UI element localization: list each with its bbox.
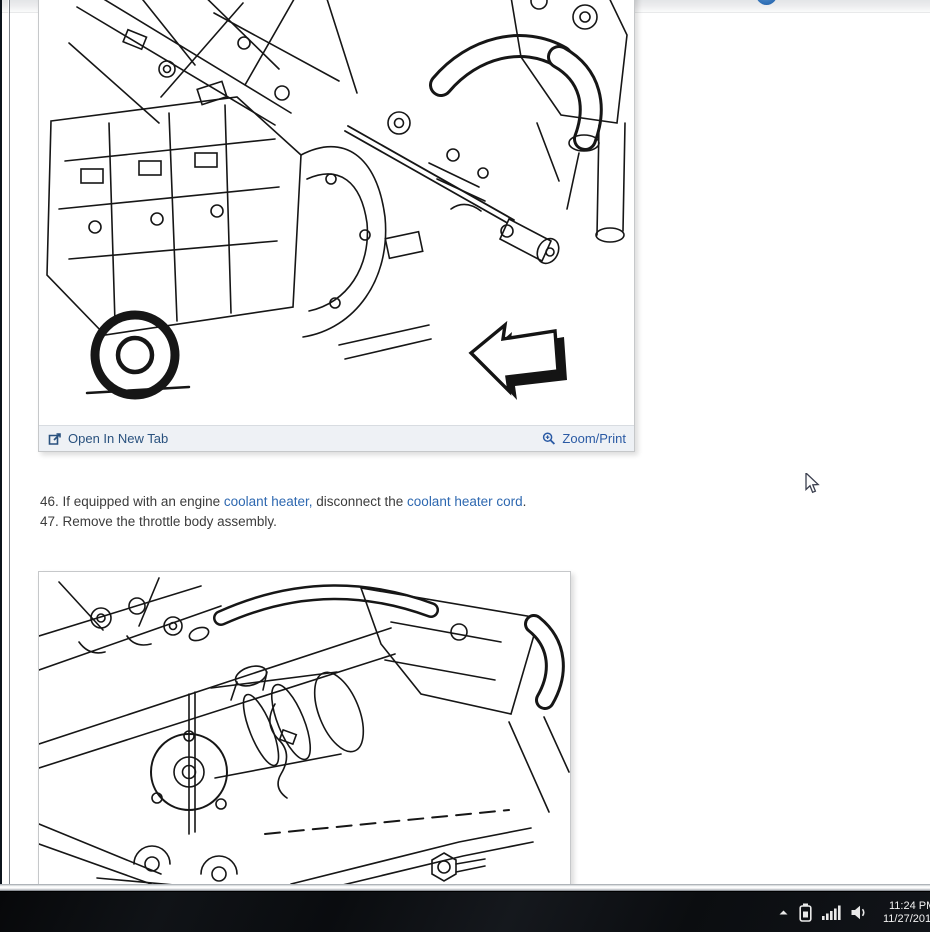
- mouse-cursor-icon: [805, 471, 821, 500]
- coolant-heater-link[interactable]: coolant heater,: [224, 494, 313, 509]
- taskbar-clock[interactable]: 11:24 PM 11/27/201: [883, 900, 930, 926]
- zoom-print-label: Zoom/Print: [562, 431, 626, 446]
- clock-date: 11/27/201: [883, 912, 930, 925]
- step-47: 47. Remove the throttle body assembly.: [40, 514, 277, 529]
- window-left-border: [0, 0, 10, 891]
- battery-icon[interactable]: [799, 903, 812, 922]
- window-border-highlight: [8, 0, 9, 891]
- window-bottom-edge: [0, 884, 930, 891]
- zoom-in-icon: [542, 431, 556, 446]
- network-signal-icon[interactable]: [822, 905, 841, 920]
- open-in-new-tab-icon: [48, 432, 62, 446]
- open-in-new-tab-link[interactable]: Open In New Tab: [48, 431, 168, 446]
- system-tray: 11:24 PM 11/27/201: [778, 892, 930, 933]
- volume-icon[interactable]: [851, 905, 867, 920]
- figure-card-throttle-body: Open In New Tab Zoom/Print: [38, 0, 635, 452]
- coolant-heater-cord-link[interactable]: coolant heater cord: [407, 494, 523, 509]
- zoom-print-link[interactable]: Zoom/Print: [542, 431, 626, 446]
- step-46-text: 46. If equipped with an engine: [40, 494, 224, 509]
- page-content: Open In New Tab Zoom/Print 46. If equipp…: [0, 0, 930, 886]
- figure-toolbar: Open In New Tab Zoom/Print: [39, 425, 634, 451]
- engine-diagram-1: [39, 0, 634, 425]
- show-hidden-icons-chevron-icon[interactable]: [778, 909, 789, 916]
- figure-card-starter: [38, 571, 571, 886]
- taskbar[interactable]: 11:24 PM 11/27/201: [0, 891, 930, 932]
- step-46: 46. If equipped with an engine coolant h…: [40, 492, 680, 512]
- procedure-steps: 46. If equipped with an engine coolant h…: [40, 492, 680, 532]
- open-in-new-tab-label: Open In New Tab: [68, 431, 169, 446]
- engine-diagram-2: [39, 572, 570, 886]
- step-46-tail: .: [522, 494, 527, 509]
- step-46-middle: disconnect the: [312, 494, 408, 509]
- clock-time: 11:24 PM: [889, 899, 930, 912]
